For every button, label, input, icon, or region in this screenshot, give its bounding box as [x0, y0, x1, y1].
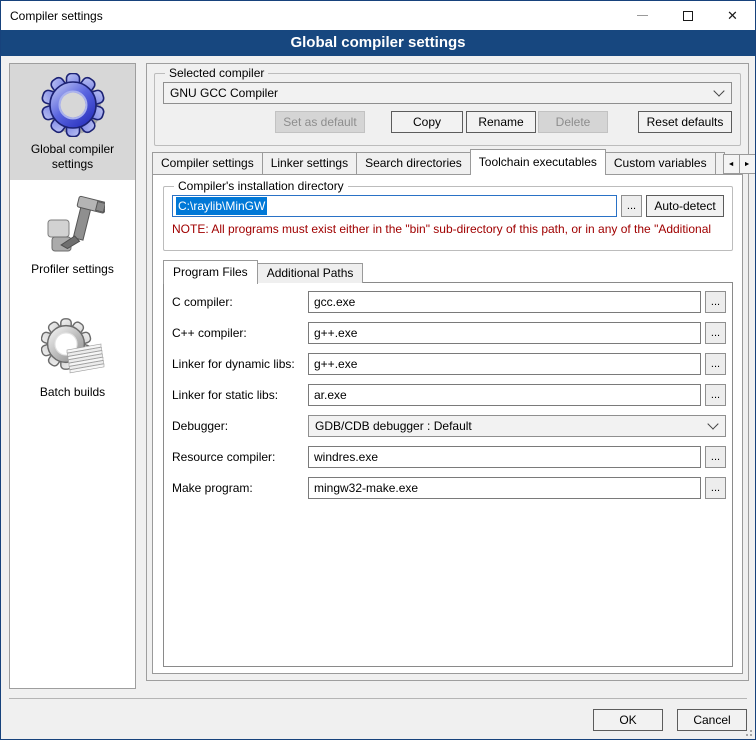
tab-additional-paths[interactable]: Additional Paths — [257, 263, 364, 283]
settings-tabstrip: Compiler settings Linker settings Search… — [152, 149, 743, 174]
compiler-select[interactable]: GNU GCC Compiler — [163, 82, 732, 104]
field-row-cpp-compiler: C++ compiler: g++.exe ... — [172, 322, 726, 344]
minimize-button[interactable] — [620, 1, 665, 30]
window-title: Compiler settings — [1, 9, 103, 23]
field-row-linker-dynamic: Linker for dynamic libs: g++.exe ... — [172, 353, 726, 375]
maximize-button[interactable] — [665, 1, 710, 30]
page-title: Global compiler settings — [1, 30, 755, 56]
chevron-down-icon — [707, 418, 718, 429]
toolchain-executables-page: Compiler's installation directory C:\ray… — [152, 174, 743, 674]
installation-directory-legend: Compiler's installation directory — [174, 179, 348, 193]
field-label: Make program: — [172, 481, 308, 495]
cpp-compiler-browse-button[interactable]: ... — [705, 322, 726, 344]
c-compiler-browse-button[interactable]: ... — [705, 291, 726, 313]
tab-scroll-left-button[interactable]: ◄ — [723, 154, 740, 174]
compiler-select-value: GNU GCC Compiler — [170, 86, 715, 100]
installation-note: NOTE: All programs must exist either in … — [172, 222, 724, 236]
tab-linker-settings[interactable]: Linker settings — [262, 152, 357, 174]
maximize-icon — [683, 11, 693, 21]
gear-papers-icon — [41, 316, 105, 380]
main-panel: Selected compiler GNU GCC Compiler Set a… — [146, 63, 749, 681]
tab-search-directories[interactable]: Search directories — [356, 152, 471, 174]
installation-directory-value: C:\raylib\MinGW — [176, 197, 267, 215]
tab-compiler-settings[interactable]: Compiler settings — [152, 152, 263, 174]
field-label: C compiler: — [172, 295, 308, 309]
dialog-footer: OK Cancel — [9, 698, 747, 739]
caption-buttons: ✕ — [620, 1, 755, 30]
blue-gear-icon — [41, 73, 105, 137]
arrow-right-icon: ► — [744, 161, 751, 168]
linker-static-input[interactable]: ar.exe — [308, 384, 701, 406]
tab-scroll-buttons: ◄ ► — [724, 154, 756, 174]
field-label: Linker for dynamic libs: — [172, 357, 308, 371]
minimize-icon — [637, 15, 648, 16]
linker-dynamic-input[interactable]: g++.exe — [308, 353, 701, 375]
program-files-page: C compiler: gcc.exe ... C++ compiler: g+… — [163, 282, 733, 667]
sidebar: Global compiler settings Profiler settin… — [9, 63, 136, 689]
make-program-browse-button[interactable]: ... — [705, 477, 726, 499]
tab-program-files[interactable]: Program Files — [163, 260, 258, 284]
sidebar-item-label: Global compiler settings — [12, 142, 133, 172]
resource-compiler-browse-button[interactable]: ... — [705, 446, 726, 468]
tab-scroll-right-button[interactable]: ► — [739, 154, 756, 174]
tab-custom-variables[interactable]: Custom variables — [605, 152, 716, 174]
field-label: Resource compiler: — [172, 450, 308, 464]
chevron-down-icon — [713, 85, 724, 96]
close-icon: ✕ — [727, 9, 738, 22]
debugger-select-value: GDB/CDB debugger : Default — [315, 419, 709, 433]
close-button[interactable]: ✕ — [710, 1, 755, 30]
sidebar-item-label: Batch builds — [12, 385, 133, 400]
compiler-buttons-row: Set as default Copy Rename Delete Reset … — [163, 111, 732, 133]
set-as-default-button: Set as default — [275, 111, 365, 133]
sidebar-item-label: Profiler settings — [12, 262, 133, 277]
sidebar-item-global-compiler-settings[interactable]: Global compiler settings — [10, 64, 135, 180]
installation-directory-browse-button[interactable]: ... — [621, 195, 642, 217]
tab-toolchain-executables[interactable]: Toolchain executables — [470, 149, 606, 175]
resize-grip[interactable] — [742, 726, 752, 736]
field-row-c-compiler: C compiler: gcc.exe ... — [172, 291, 726, 313]
linker-dynamic-browse-button[interactable]: ... — [705, 353, 726, 375]
field-row-debugger: Debugger: GDB/CDB debugger : Default — [172, 415, 726, 437]
linker-static-browse-button[interactable]: ... — [705, 384, 726, 406]
caliper-icon — [41, 193, 105, 257]
installation-directory-row: C:\raylib\MinGW ... Auto-detect — [172, 195, 724, 217]
field-label: Linker for static libs: — [172, 388, 308, 402]
rename-button[interactable]: Rename — [466, 111, 536, 133]
reset-defaults-button[interactable]: Reset defaults — [638, 111, 732, 133]
cancel-button[interactable]: Cancel — [677, 709, 747, 731]
field-label: Debugger: — [172, 419, 308, 433]
resource-compiler-input[interactable]: windres.exe — [308, 446, 701, 468]
cpp-compiler-input[interactable]: g++.exe — [308, 322, 701, 344]
make-program-input[interactable]: mingw32-make.exe — [308, 477, 701, 499]
copy-button[interactable]: Copy — [391, 111, 463, 133]
arrow-left-icon: ◄ — [728, 161, 735, 168]
sidebar-item-profiler-settings[interactable]: Profiler settings — [10, 184, 135, 285]
field-label: C++ compiler: — [172, 326, 308, 340]
field-row-resource-compiler: Resource compiler: windres.exe ... — [172, 446, 726, 468]
installation-directory-input[interactable]: C:\raylib\MinGW — [172, 195, 617, 217]
titlebar: Compiler settings ✕ — [1, 1, 755, 30]
auto-detect-button[interactable]: Auto-detect — [646, 195, 724, 217]
program-files-tabstrip: Program Files Additional Paths — [163, 259, 362, 283]
sidebar-item-batch-builds[interactable]: Batch builds — [10, 307, 135, 408]
selected-compiler-group: Selected compiler GNU GCC Compiler Set a… — [154, 66, 741, 146]
c-compiler-input[interactable]: gcc.exe — [308, 291, 701, 313]
ok-button[interactable]: OK — [593, 709, 663, 731]
field-row-linker-static: Linker for static libs: ar.exe ... — [172, 384, 726, 406]
field-row-make-program: Make program: mingw32-make.exe ... — [172, 477, 726, 499]
debugger-select[interactable]: GDB/CDB debugger : Default — [308, 415, 726, 437]
installation-directory-group: Compiler's installation directory C:\ray… — [163, 179, 733, 251]
selected-compiler-legend: Selected compiler — [165, 66, 268, 80]
delete-button: Delete — [538, 111, 608, 133]
compiler-settings-dialog: Compiler settings ✕ Global compiler sett… — [0, 0, 756, 740]
